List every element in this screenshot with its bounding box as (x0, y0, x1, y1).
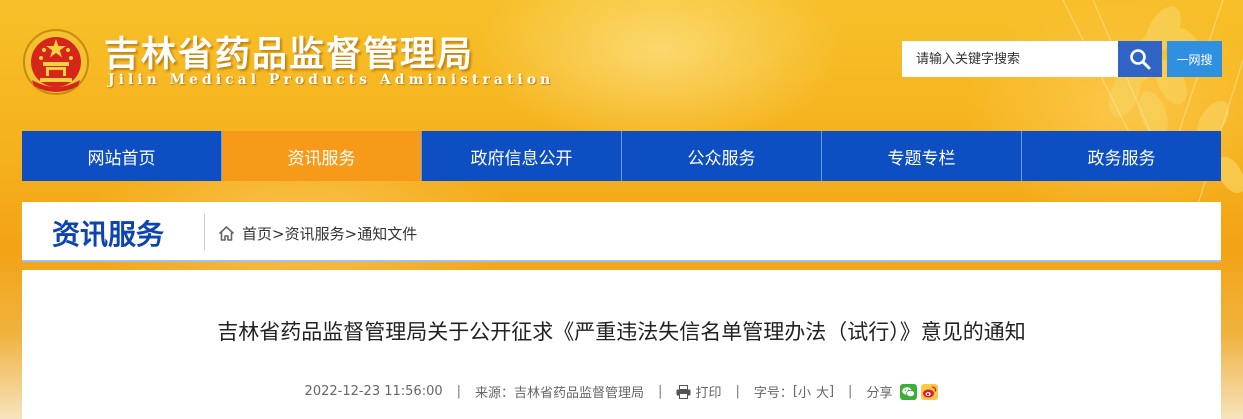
article-panel: 吉林省药品监督管理局关于公开征求《严重违法失信名单管理办法（试行）》意见的通知 … (22, 270, 1221, 419)
search-icon (1130, 49, 1151, 70)
print-icon (676, 384, 691, 399)
search-input[interactable] (902, 41, 1118, 77)
home-icon (218, 226, 235, 241)
share-label: 分享 (866, 386, 893, 401)
breadcrumb-home-link[interactable]: 首页 (242, 223, 272, 244)
breadcrumb-separator: > (272, 224, 285, 243)
nav-item-gov-services[interactable]: 政务服务 (1022, 131, 1221, 181)
nav-item-gov-info-disclosure[interactable]: 政府信息公开 (422, 131, 622, 181)
section-title: 资讯服务 (52, 218, 165, 251)
main-nav: 网站首页 资讯服务 政府信息公开 公众服务 专题专栏 政务服务 (22, 131, 1221, 181)
breadcrumb-notices-link[interactable]: 通知文件 (357, 223, 417, 244)
source-label: 来源： (475, 386, 515, 401)
nav-item-special-topics[interactable]: 专题专栏 (822, 131, 1022, 181)
meta-separator: | (848, 384, 853, 399)
print-label: 打印 (695, 386, 722, 401)
meta-separator: | (456, 384, 462, 399)
breadcrumb: 首页 > 资讯服务 > 通知文件 (218, 223, 417, 244)
article-title: 吉林省药品监督管理局关于公开征求《严重违法失信名单管理办法（试行）》意见的通知 (217, 320, 1026, 344)
breadcrumb-info-services-link[interactable]: 资讯服务 (285, 223, 345, 244)
meta-separator: | (735, 384, 740, 399)
wechat-icon[interactable] (900, 383, 918, 400)
search-button[interactable] (1118, 41, 1162, 77)
weibo-icon[interactable] (921, 383, 939, 400)
font-size-label: 字号： (753, 386, 793, 401)
meta-separator: | (658, 384, 663, 399)
national-emblem-icon (23, 29, 89, 95)
font-size-large-button[interactable]: 大 (816, 382, 829, 401)
font-size-small-button[interactable]: 小 (798, 382, 811, 401)
site-title: 吉林省药品监督管理局 (104, 34, 475, 75)
nav-item-public-services[interactable]: 公众服务 (622, 131, 822, 181)
article-meta: 2022-12-23 11:56:00 | 来源： 吉林省药品监督管理局 | 打… (22, 382, 1221, 401)
publish-date: 2022-12-23 11:56:00 (304, 384, 443, 399)
nav-item-info-services[interactable]: 资讯服务 (222, 131, 422, 181)
section-divider (204, 214, 205, 250)
font-size-bracket-close: ] (828, 384, 835, 399)
print-button[interactable]: 打印 (676, 382, 721, 401)
site-subtitle: Jilin Medical Products Administration (108, 72, 555, 88)
breadcrumb-separator: > (344, 224, 358, 243)
source-value: 吉林省药品监督管理局 (514, 386, 645, 401)
nav-item-home[interactable]: 网站首页 (22, 131, 222, 181)
section-header: 资讯服务 首页 > 资讯服务 > 通知文件 (22, 202, 1221, 262)
yiwangsou-button[interactable]: 一网搜 (1167, 41, 1222, 77)
